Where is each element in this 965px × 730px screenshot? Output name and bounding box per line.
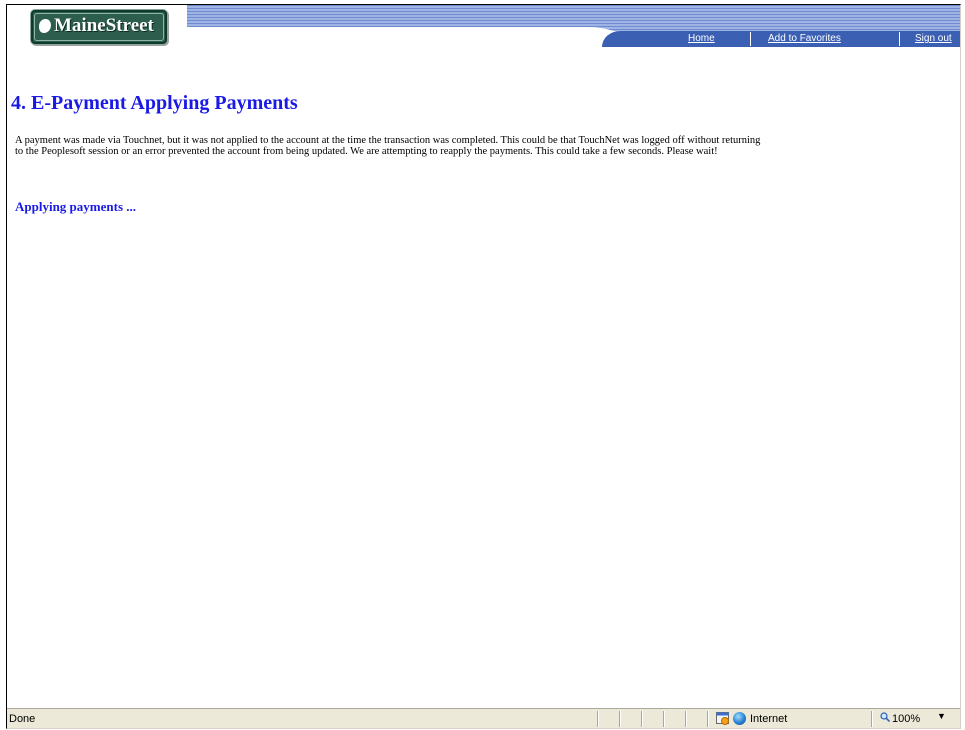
header-banner: MaineStreet Home Add to Favorites Sign o… <box>7 5 960 49</box>
zoom-level[interactable]: 100% <box>892 713 920 725</box>
nav-separator <box>899 32 900 46</box>
browser-content-frame: MaineStreet Home Add to Favorites Sign o… <box>6 4 961 729</box>
security-zone-label[interactable]: Internet <box>750 713 787 725</box>
page-title: 4. E-Payment Applying Payments <box>11 92 298 114</box>
info-message: A payment was made via Touchnet, but it … <box>15 135 761 157</box>
logo-text: MaineStreet <box>54 15 154 36</box>
nav-add-to-favorites-link[interactable]: Add to Favorites <box>768 33 841 44</box>
top-nav-bar: Home Add to Favorites Sign out <box>602 31 960 47</box>
nav-sign-out-link[interactable]: Sign out <box>915 33 952 44</box>
progress-status-text: Applying payments ... <box>15 199 136 214</box>
status-text: Done <box>9 713 36 725</box>
zoom-icon <box>880 712 890 722</box>
nav-separator <box>750 32 751 46</box>
browser-status-bar: Done Internet 100% ▼ <box>7 708 960 728</box>
internet-zone-icon <box>733 712 746 725</box>
mainestreet-logo[interactable]: MaineStreet <box>30 9 168 45</box>
banner-curve <box>187 27 627 43</box>
zoom-dropdown-icon[interactable]: ▼ <box>937 711 946 721</box>
nav-home-link[interactable]: Home <box>688 33 715 44</box>
protected-mode-icon[interactable] <box>716 712 730 725</box>
